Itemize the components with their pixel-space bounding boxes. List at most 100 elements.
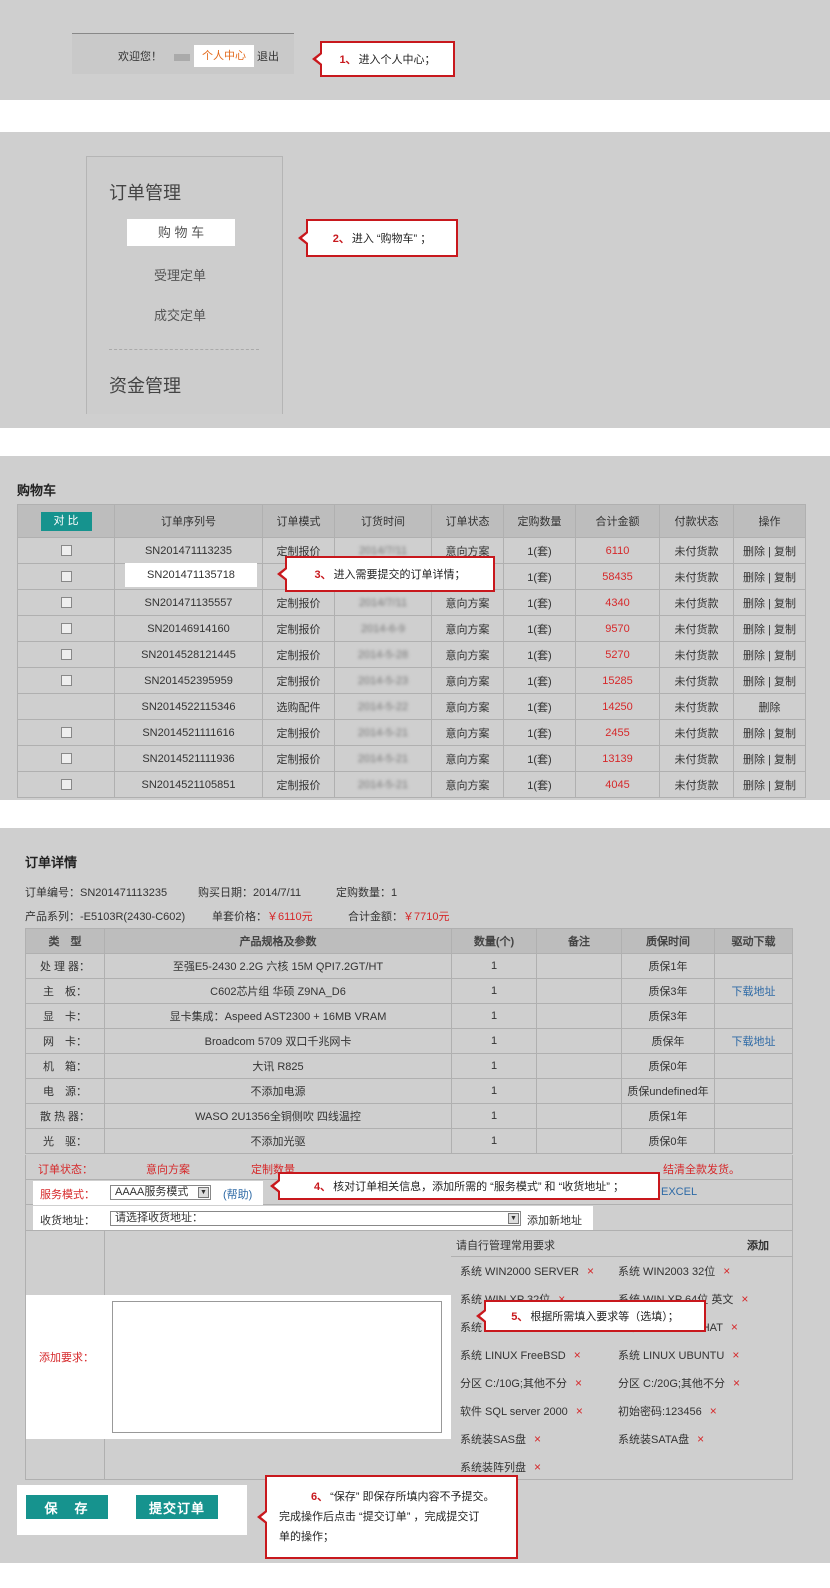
driver-download-link[interactable] bbox=[714, 1078, 793, 1104]
close-icon[interactable]: × bbox=[733, 1376, 740, 1390]
cell-ops[interactable]: 删除 | 复制 bbox=[733, 563, 806, 590]
cell-status: 意向方案 bbox=[431, 745, 504, 772]
service-mode-select[interactable]: AAAA服务模式 ▼ bbox=[110, 1185, 211, 1200]
address-select[interactable]: 请选择收货地址： ▼ bbox=[110, 1211, 521, 1226]
cell-ops[interactable]: 删除 | 复制 bbox=[733, 589, 806, 616]
sidebar-item-cart[interactable]: 购 物 车 bbox=[127, 219, 235, 246]
driver-download-link[interactable] bbox=[714, 953, 793, 979]
requirement-item[interactable]: 系统 WIN2000 SERVER × bbox=[460, 1263, 594, 1279]
requirement-text: 系统装SAS盘 bbox=[460, 1434, 527, 1446]
driver-download-link[interactable]: 下载地址 bbox=[714, 978, 793, 1004]
help-link[interactable]: (帮助) bbox=[223, 1186, 252, 1202]
requirement-text: 系统 LINUX UBUNTU bbox=[618, 1350, 725, 1362]
compare-checkbox[interactable] bbox=[60, 727, 72, 739]
requirement-item[interactable]: 系统装SAS盘 × bbox=[460, 1431, 541, 1447]
logout-link[interactable]: 退出 bbox=[257, 48, 279, 64]
cell-pay: 未付货款 bbox=[659, 745, 734, 772]
cell-sn[interactable]: SN2014528121445 bbox=[114, 641, 263, 668]
compare-checkbox[interactable] bbox=[60, 753, 72, 765]
driver-download-link[interactable] bbox=[714, 1053, 793, 1079]
cell-mode: 定制报价 bbox=[262, 615, 335, 642]
cell-sn[interactable]: SN2014521105851 bbox=[114, 771, 263, 798]
close-icon[interactable]: × bbox=[731, 1320, 738, 1334]
personal-center-link[interactable]: 个人中心 bbox=[194, 45, 254, 67]
cell-sn[interactable]: SN201471113235 bbox=[114, 537, 263, 564]
sidebar-menu: 订单管理 购 物 车 受理定单 成交定单 资金管理 bbox=[86, 156, 283, 414]
save-button[interactable]: 保 存 bbox=[26, 1495, 108, 1519]
cell-pay: 未付货款 bbox=[659, 667, 734, 694]
driver-download-link[interactable] bbox=[714, 1128, 793, 1154]
close-icon[interactable]: × bbox=[710, 1404, 717, 1418]
compare-button[interactable]: 对 比 bbox=[40, 511, 92, 531]
driver-download-link[interactable] bbox=[714, 1003, 793, 1029]
compare-checkbox[interactable] bbox=[60, 597, 72, 609]
compare-checkbox[interactable] bbox=[60, 779, 72, 791]
close-icon[interactable]: × bbox=[575, 1376, 582, 1390]
close-icon[interactable]: × bbox=[741, 1292, 748, 1306]
close-icon[interactable]: × bbox=[534, 1460, 541, 1474]
spec-type: 光 驱： bbox=[25, 1128, 105, 1154]
requirement-text: 系统 LINUX FreeBSD bbox=[460, 1350, 566, 1362]
requirements-textarea[interactable] bbox=[112, 1301, 442, 1433]
cell-ops[interactable]: 删除 | 复制 bbox=[733, 667, 806, 694]
cell-ops[interactable]: 删除 | 复制 bbox=[733, 745, 806, 772]
cell-status: 意向方案 bbox=[431, 693, 504, 720]
submit-order-button[interactable]: 提交订单 bbox=[136, 1495, 218, 1519]
spec-type: 处 理 器： bbox=[25, 953, 105, 979]
close-icon[interactable]: × bbox=[534, 1432, 541, 1446]
requirement-item[interactable]: 系统 LINUX FreeBSD × bbox=[460, 1347, 581, 1363]
cell-ops[interactable]: 删除 | 复制 bbox=[733, 537, 806, 564]
callout-num: 2、 bbox=[332, 233, 350, 245]
callout-num: 1、 bbox=[339, 54, 357, 66]
spec-warranty: 质保1年 bbox=[621, 1103, 715, 1129]
add-address-link[interactable]: 添加新地址 bbox=[527, 1212, 582, 1228]
spec-desc: Broadcom 5709 双口千兆网卡 bbox=[104, 1028, 452, 1054]
close-icon[interactable]: × bbox=[697, 1432, 704, 1446]
cell-pay: 未付货款 bbox=[659, 771, 734, 798]
compare-checkbox[interactable] bbox=[60, 571, 72, 583]
cell-ops[interactable]: 删除 bbox=[733, 693, 806, 720]
callout-line: 单的操作； bbox=[279, 1531, 334, 1543]
cell-sn[interactable]: SN201452395959 bbox=[114, 667, 263, 694]
requirement-item[interactable]: 分区 C:/10G;其他不分 × bbox=[460, 1375, 582, 1391]
cell-ops[interactable]: 删除 | 复制 bbox=[733, 719, 806, 746]
compare-checkbox[interactable] bbox=[60, 623, 72, 635]
close-icon[interactable]: × bbox=[587, 1264, 594, 1278]
cell-time: 2014-5-21 bbox=[334, 745, 432, 772]
excel-link[interactable]: EXCEL bbox=[661, 1186, 697, 1198]
cell-sn[interactable]: SN2014521111936 bbox=[114, 745, 263, 772]
compare-checkbox[interactable] bbox=[60, 649, 72, 661]
sidebar-item-completed[interactable]: 成交定单 bbox=[87, 305, 273, 324]
driver-download-link[interactable] bbox=[714, 1103, 793, 1129]
cell-qty: 1(套) bbox=[503, 615, 576, 642]
requirement-item[interactable]: 初始密码:123456 × bbox=[618, 1403, 717, 1419]
cell-ops[interactable]: 删除 | 复制 bbox=[733, 641, 806, 668]
cell-sn[interactable]: SN2014521111616 bbox=[114, 719, 263, 746]
cell-sn[interactable]: SN2014522115346 bbox=[114, 693, 263, 720]
compare-checkbox[interactable] bbox=[60, 545, 72, 557]
close-icon[interactable]: × bbox=[576, 1404, 583, 1418]
close-icon[interactable]: × bbox=[723, 1264, 730, 1278]
req-input-highlight: 添加要求： bbox=[26, 1295, 451, 1439]
compare-checkbox[interactable] bbox=[60, 675, 72, 687]
requirement-item[interactable]: 分区 C:/20G;其他不分 × bbox=[618, 1375, 740, 1391]
cell-sn[interactable]: SN201471135557 bbox=[114, 589, 263, 616]
cell-ops[interactable]: 删除 | 复制 bbox=[733, 615, 806, 642]
requirement-item[interactable]: 软件 SQL server 2000 × bbox=[460, 1403, 583, 1419]
requirement-item[interactable]: 系统 WIN2003 32位 × bbox=[618, 1263, 730, 1279]
requirement-item[interactable]: 系统装阵列盘 × bbox=[460, 1459, 541, 1475]
requirement-text: 初始密码:123456 bbox=[618, 1406, 702, 1418]
spec-header: 质保时间 bbox=[621, 928, 715, 954]
req-add-link[interactable]: 添加 bbox=[747, 1237, 769, 1253]
requirements-area: 请自行管理常用要求 添加 添加要求： 系统 WIN2000 SERVER × 系统 … bbox=[25, 1231, 793, 1480]
cell-ops[interactable]: 删除 | 复制 bbox=[733, 771, 806, 798]
spec-type: 机 箱： bbox=[25, 1053, 105, 1079]
close-icon[interactable]: × bbox=[732, 1348, 739, 1362]
highlighted-order-sn[interactable]: SN201471135718 bbox=[125, 563, 257, 587]
close-icon[interactable]: × bbox=[574, 1348, 581, 1362]
requirement-item[interactable]: 系统 LINUX UBUNTU × bbox=[618, 1347, 739, 1363]
sidebar-item-accepted[interactable]: 受理定单 bbox=[87, 265, 273, 284]
cell-sn[interactable]: SN20146914160 bbox=[114, 615, 263, 642]
requirement-item[interactable]: 系统装SATA盘 × bbox=[618, 1431, 704, 1447]
driver-download-link[interactable]: 下载地址 bbox=[714, 1028, 793, 1054]
